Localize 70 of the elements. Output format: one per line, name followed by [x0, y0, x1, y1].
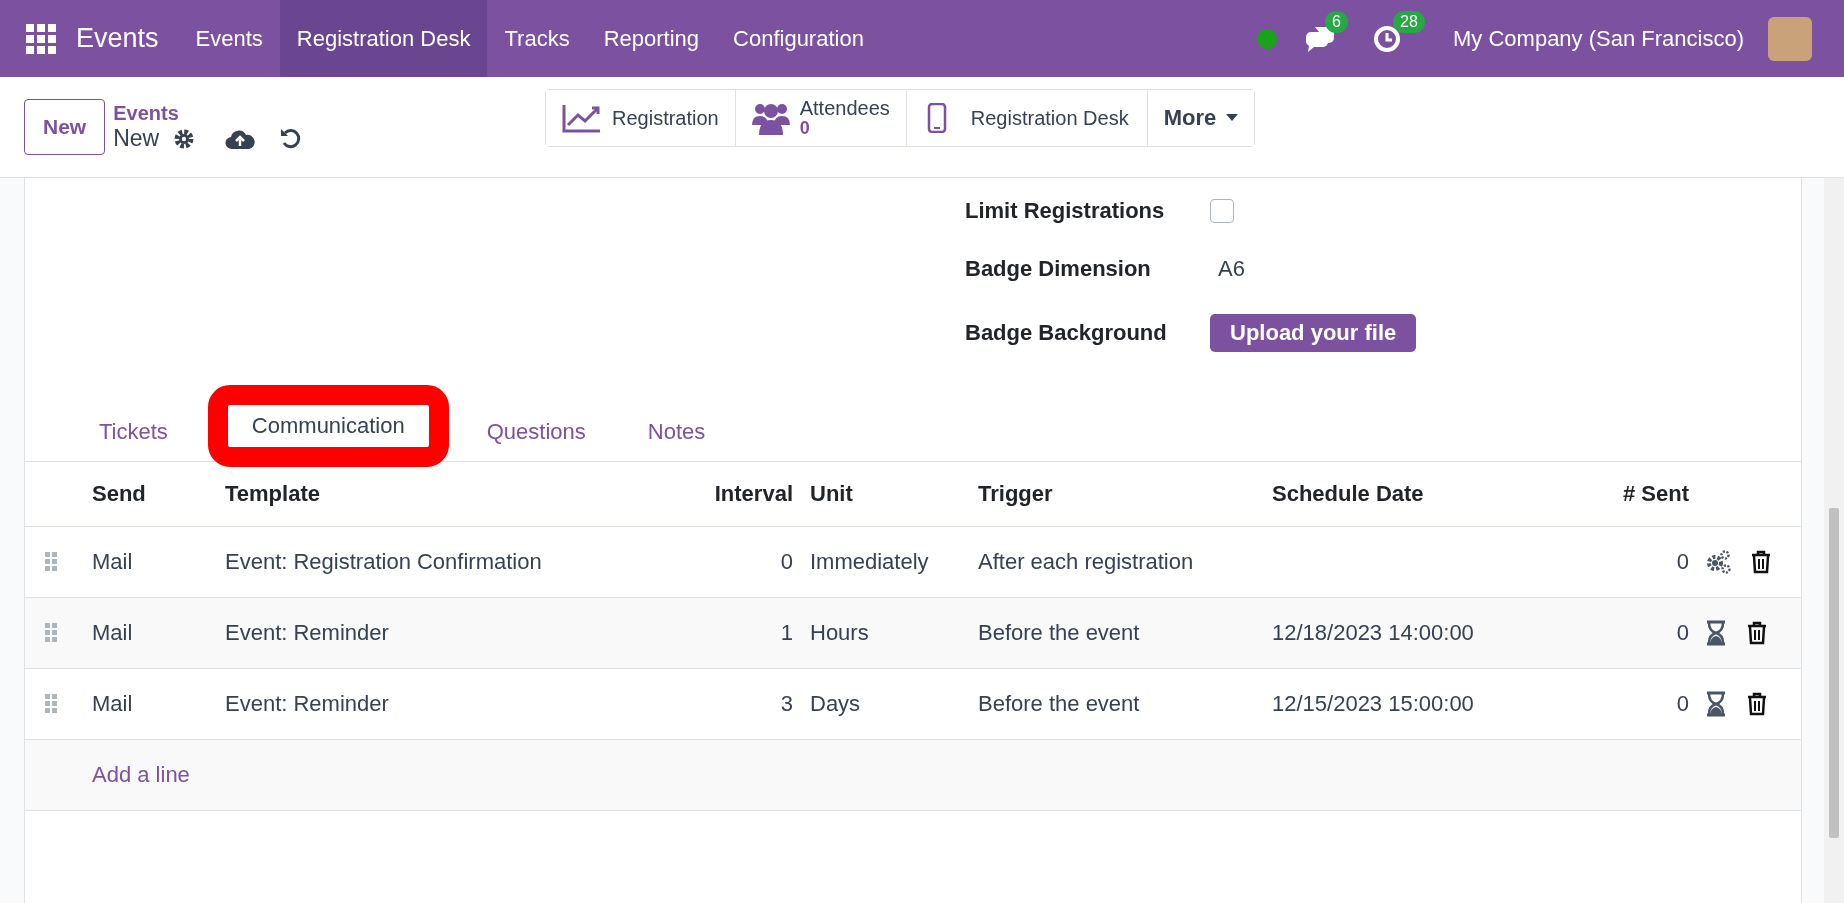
menu-item[interactable]: Reporting [586, 0, 717, 77]
hourglass-icon [1705, 691, 1727, 717]
mobile-phone-icon [926, 103, 947, 133]
trash-icon[interactable] [1751, 550, 1771, 574]
column-header: Schedule Date [1272, 481, 1425, 507]
column-header: Unit [809, 481, 854, 507]
field-label: Badge Background [965, 320, 1168, 346]
field-label: Badge Dimension [965, 256, 1152, 282]
table-cell-text: 1 [779, 620, 793, 646]
table-cell-text: Before the event [978, 691, 1141, 717]
column-header: # Sent [1621, 481, 1689, 507]
table-cell-text: 3 [779, 691, 793, 717]
table-cell-text: Immediately [809, 549, 930, 575]
table-cell-text: 12/18/2023 14:00:00 [1272, 620, 1475, 646]
column-header: Trigger [978, 481, 1054, 507]
add-line-link[interactable]: Add a line [92, 762, 695, 788]
table-cell-text: Mail [92, 549, 134, 575]
table-cell-text: 0 [1675, 691, 1689, 717]
message-count-badge: 6 [1325, 10, 1348, 33]
smart-button[interactable]: Registration [546, 90, 736, 146]
tab[interactable]: Notes [623, 419, 730, 461]
table-cell-text: Days [809, 691, 862, 717]
menu-item[interactable]: Registration Desk [279, 0, 488, 77]
table-cell-text: 0 [779, 549, 793, 575]
table-cell-text: Before the event [978, 620, 1141, 646]
table-cell-text: Hours [809, 620, 870, 646]
table-cell-text: Event: Registration Confirmation [225, 549, 543, 575]
scrollbar[interactable] [1824, 178, 1844, 903]
table-cell-text: Mail [92, 620, 134, 646]
checkbox[interactable] [1210, 199, 1234, 223]
company-switcher[interactable]: My Company (San Francisco) [1453, 25, 1744, 52]
field-label: Limit Registrations [965, 198, 1166, 224]
clock-icon[interactable] [1373, 24, 1401, 53]
caret-icon [1226, 114, 1239, 122]
tab[interactable]: Tickets [75, 419, 192, 461]
table-cell-text: 0 [1675, 620, 1689, 646]
table-cell-text: 0 [1675, 549, 1689, 575]
user-avatar[interactable] [1768, 16, 1812, 61]
upload-button[interactable]: Upload your file [1210, 314, 1417, 352]
drag-handle-icon[interactable] [45, 623, 57, 643]
table-cell-text: Event: Reminder [225, 620, 390, 646]
menu-item[interactable]: Tracks [487, 0, 587, 77]
app-name[interactable]: Events [76, 23, 159, 54]
gears-icon[interactable] [1705, 549, 1731, 575]
trash-icon[interactable] [1747, 621, 1767, 645]
drag-handle-icon[interactable] [45, 694, 57, 714]
tab[interactable]: Questions [462, 419, 610, 461]
trash-icon[interactable] [1747, 692, 1767, 716]
column-header: Interval [713, 481, 793, 507]
table-cell-text: Event: Reminder [225, 691, 390, 717]
status-dot [1257, 28, 1277, 49]
chat-icon[interactable] [1305, 24, 1335, 53]
table-cell-text: Mail [92, 691, 134, 717]
activity-count-badge: 28 [1393, 10, 1425, 33]
table-cell-text: 12/15/2023 15:00:00 [1272, 691, 1475, 717]
users-icon [751, 101, 790, 135]
line-chart-icon [562, 103, 602, 133]
new-button[interactable]: New [24, 99, 106, 155]
menu-item[interactable]: Configuration [716, 0, 881, 77]
drag-handle-icon[interactable] [45, 552, 57, 572]
column-header: Send [92, 481, 147, 507]
breadcrumb-link[interactable]: Events [113, 102, 304, 125]
apps-grid-icon[interactable] [26, 23, 56, 54]
menu-item[interactable]: Events [178, 0, 280, 77]
table-cell-text: After each registration [978, 549, 1195, 575]
record-name: New [113, 125, 160, 152]
field-value[interactable]: A6 [1210, 256, 1801, 282]
settings-icon[interactable] [173, 127, 196, 150]
column-header: Template [225, 481, 321, 507]
hourglass-icon [1705, 620, 1727, 646]
